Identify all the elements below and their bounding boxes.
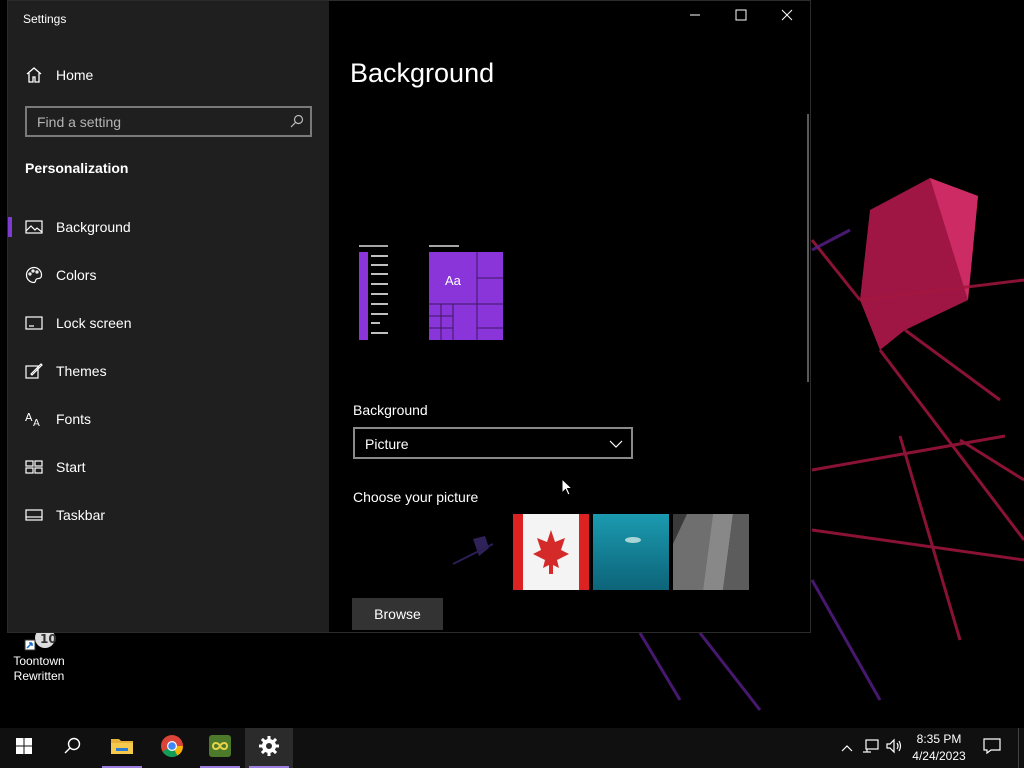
volume-icon <box>886 738 904 759</box>
clock-time: 8:35 PM <box>916 732 962 746</box>
sidebar: Settings Home Personalization <box>8 1 329 632</box>
section-title: Personalization <box>25 160 129 176</box>
clock-date: 4/24/2023 <box>912 749 966 763</box>
desktop-icon-label-1: Toontown <box>13 654 65 668</box>
search-input[interactable] <box>27 108 287 135</box>
sidebar-item-label: Lock screen <box>56 315 132 331</box>
nav-home[interactable]: Home <box>8 57 329 93</box>
settings-icon <box>259 735 279 761</box>
content-pane: Background Aa Background Picture Choose … <box>329 1 810 632</box>
close-icon <box>781 8 793 26</box>
search-icon[interactable] <box>290 114 304 128</box>
tray-network-button[interactable] <box>860 728 882 768</box>
content-scrollbar[interactable] <box>807 114 809 382</box>
browse-button[interactable]: Browse <box>352 598 443 630</box>
fonts-icon: A A <box>25 410 43 429</box>
preview-tile-text: Aa <box>445 273 461 288</box>
start-icon <box>25 458 43 476</box>
page-title: Background <box>350 58 495 88</box>
app-infinity-icon <box>208 734 232 763</box>
taskbar: 8:35 PM 4/24/2023 <box>0 728 1024 768</box>
sidebar-item-label: Taskbar <box>56 507 106 523</box>
background-label: Background <box>353 402 428 418</box>
tray-volume-button[interactable] <box>884 728 906 768</box>
chevron-up-icon <box>841 739 853 757</box>
chrome-icon <box>160 734 184 763</box>
sidebar-item-fonts[interactable]: A A Fonts <box>8 399 329 439</box>
minimize-button[interactable] <box>672 1 718 33</box>
sidebar-item-background[interactable]: Background <box>8 207 329 247</box>
lock-screen-icon <box>25 314 43 332</box>
tray-show-hidden-button[interactable] <box>838 728 856 768</box>
sidebar-item-label: Colors <box>56 267 97 283</box>
notification-icon <box>983 737 1001 760</box>
network-icon <box>862 738 880 759</box>
sidebar-item-start[interactable]: Start <box>8 447 329 487</box>
taskbar-app-infinity[interactable] <box>196 728 244 768</box>
svg-text:A: A <box>33 418 40 428</box>
desktop-icon-toontown[interactable]: 10 Toontown Rewritten <box>8 626 70 684</box>
thumbnail-underwater-swimmer[interactable] <box>593 514 669 590</box>
taskbar-icon <box>25 506 43 524</box>
sidebar-item-label: Background <box>56 219 131 235</box>
nav-home-label: Home <box>56 67 94 83</box>
search-box[interactable] <box>25 106 312 137</box>
background-dropdown-value: Picture <box>365 436 409 452</box>
palette-icon <box>25 266 43 284</box>
taskbar-search-button[interactable] <box>48 728 96 768</box>
sidebar-item-label: Fonts <box>56 411 92 427</box>
windows-logo-icon <box>16 737 32 759</box>
background-preview: Aa <box>357 244 505 342</box>
home-icon <box>25 66 43 84</box>
maximize-button[interactable] <box>718 1 764 33</box>
app-title: Settings <box>23 12 67 26</box>
minimize-icon <box>689 8 701 26</box>
maximize-icon <box>735 8 747 26</box>
desktop-icon-label-2: Rewritten <box>13 669 65 683</box>
thumbnail-canada-flag[interactable] <box>513 514 589 590</box>
start-button[interactable] <box>0 728 48 768</box>
choose-picture-label: Choose your picture <box>353 489 479 505</box>
action-center-button[interactable] <box>978 728 1006 768</box>
file-explorer-icon <box>110 736 134 761</box>
mouse-cursor-icon <box>561 477 574 501</box>
close-button[interactable] <box>764 1 810 33</box>
show-desktop-button[interactable] <box>1018 728 1024 768</box>
thumbnail-dark-abstract[interactable] <box>433 514 509 590</box>
sidebar-item-lock-screen[interactable]: Lock screen <box>8 303 329 343</box>
sidebar-item-label: Start <box>56 459 86 475</box>
sidebar-item-taskbar[interactable]: Taskbar <box>8 495 329 535</box>
sidebar-item-colors[interactable]: Colors <box>8 255 329 295</box>
svg-text:10: 10 <box>40 632 57 646</box>
svg-text:A: A <box>25 411 33 424</box>
thumbnail-rock-cliff[interactable] <box>673 514 749 590</box>
picture-icon <box>25 218 43 236</box>
themes-icon <box>25 362 43 380</box>
chevron-down-icon <box>609 437 623 451</box>
taskbar-chrome[interactable] <box>148 728 196 768</box>
settings-window: Settings Home Personalization <box>7 0 811 633</box>
taskbar-file-explorer[interactable] <box>98 728 146 768</box>
taskbar-settings[interactable] <box>245 728 293 768</box>
taskbar-clock[interactable]: 8:35 PM 4/24/2023 <box>904 731 974 765</box>
sidebar-item-themes[interactable]: Themes <box>8 351 329 391</box>
background-dropdown[interactable]: Picture <box>353 427 633 459</box>
sidebar-item-label: Themes <box>56 363 107 379</box>
search-icon <box>64 737 81 759</box>
